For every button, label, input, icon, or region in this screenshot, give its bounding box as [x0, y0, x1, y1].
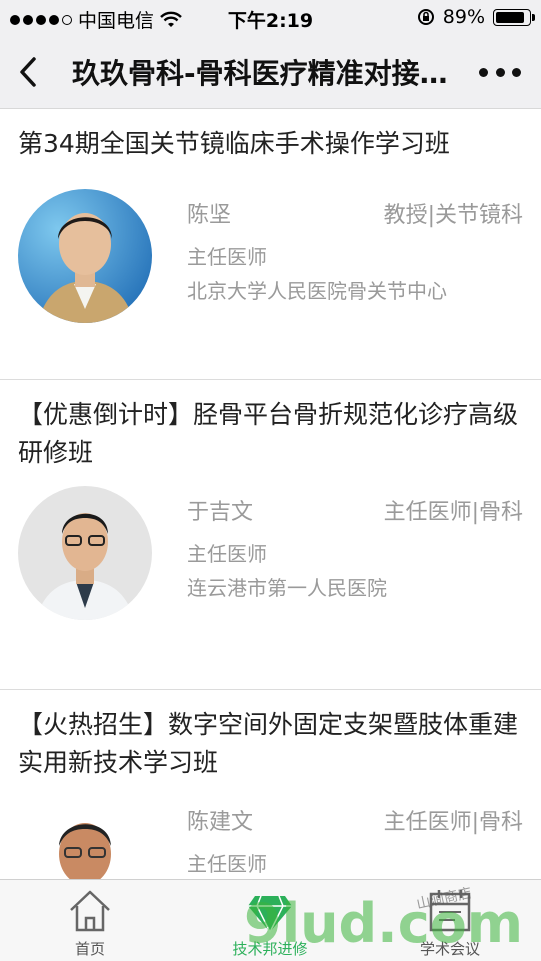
rotation-lock-icon	[417, 9, 434, 25]
course-title: 【火热招生】数字空间外固定支架暨肢体重建实用新技术学习班	[18, 710, 519, 777]
course-teacher: 陈建文 主任医师|骨科 主任医师	[0, 796, 541, 879]
teacher-name: 于吉文	[187, 500, 254, 525]
calendar-icon	[429, 890, 471, 932]
teacher-hospital: 北京大学人民医院骨关节中心	[187, 279, 447, 303]
teacher-rank: 主任医师	[187, 852, 267, 876]
course-title: 【优惠倒计时】胫骨平台骨折规范化诊疗高级研修班	[18, 400, 519, 467]
course-card[interactable]: 【火热招生】数字空间外固定支架暨肢体重建实用新技术学习班 陈建文 主任医师|骨科…	[0, 690, 541, 879]
course-card[interactable]: 第34期全国关节镜临床手术操作学习班 陈坚 教授|关节镜科 主任医师 北京大学人…	[0, 109, 541, 380]
battery-icon	[493, 8, 535, 26]
course-title: 第34期全国关节镜临床手术操作学习班	[18, 129, 450, 158]
page-title: 玖玖骨科-骨科医疗精准对接平台	[72, 57, 472, 90]
tab-conferences[interactable]: 学术会议	[390, 880, 510, 961]
teacher-hospital: 连云港市第一人民医院	[187, 576, 387, 600]
tab-bar: 首页 技术邦进修 学术会议	[0, 879, 541, 961]
teacher-avatar	[18, 486, 152, 620]
more-dot-icon	[512, 67, 521, 77]
tab-label: 技术邦进修	[232, 940, 308, 958]
tab-label: 学术会议	[419, 940, 480, 958]
teacher-rank: 主任医师	[187, 542, 267, 566]
navigation-bar: 玖玖骨科-骨科医疗精准对接平台	[0, 36, 541, 109]
home-icon	[70, 890, 110, 932]
tab-home[interactable]: 首页	[30, 880, 150, 961]
more-button[interactable]	[479, 58, 521, 86]
status-bar: 中国电信 下午2:19 89%	[0, 0, 541, 36]
battery-percent: 89%	[442, 6, 485, 28]
teacher-name: 陈建文	[187, 810, 254, 835]
more-dot-icon	[495, 67, 505, 77]
course-list: 第34期全国关节镜临床手术操作学习班 陈坚 教授|关节镜科 主任医师 北京大学人…	[0, 109, 541, 879]
more-dot-icon	[479, 67, 488, 77]
teacher-avatar	[18, 189, 152, 323]
teacher-avatar	[18, 796, 152, 879]
teacher-dept: 主任医师|骨科	[383, 500, 523, 525]
status-right: 89%	[417, 6, 535, 28]
teacher-name: 陈坚	[187, 203, 232, 228]
tab-label: 首页	[74, 940, 105, 958]
tab-tech-training[interactable]: 技术邦进修	[210, 880, 330, 961]
course-teacher: 于吉文 主任医师|骨科 主任医师 连云港市第一人民医院	[0, 486, 541, 636]
teacher-rank: 主任医师	[187, 245, 267, 269]
diamond-icon	[248, 895, 292, 934]
teacher-dept: 教授|关节镜科	[383, 203, 523, 228]
course-card[interactable]: 【优惠倒计时】胫骨平台骨折规范化诊疗高级研修班 于吉文 主任医师|骨科 主任医师…	[0, 380, 541, 690]
back-button[interactable]	[10, 50, 50, 94]
course-teacher: 陈坚 教授|关节镜科 主任医师 北京大学人民医院骨关节中心	[0, 189, 541, 339]
teacher-dept: 主任医师|骨科	[383, 810, 523, 835]
